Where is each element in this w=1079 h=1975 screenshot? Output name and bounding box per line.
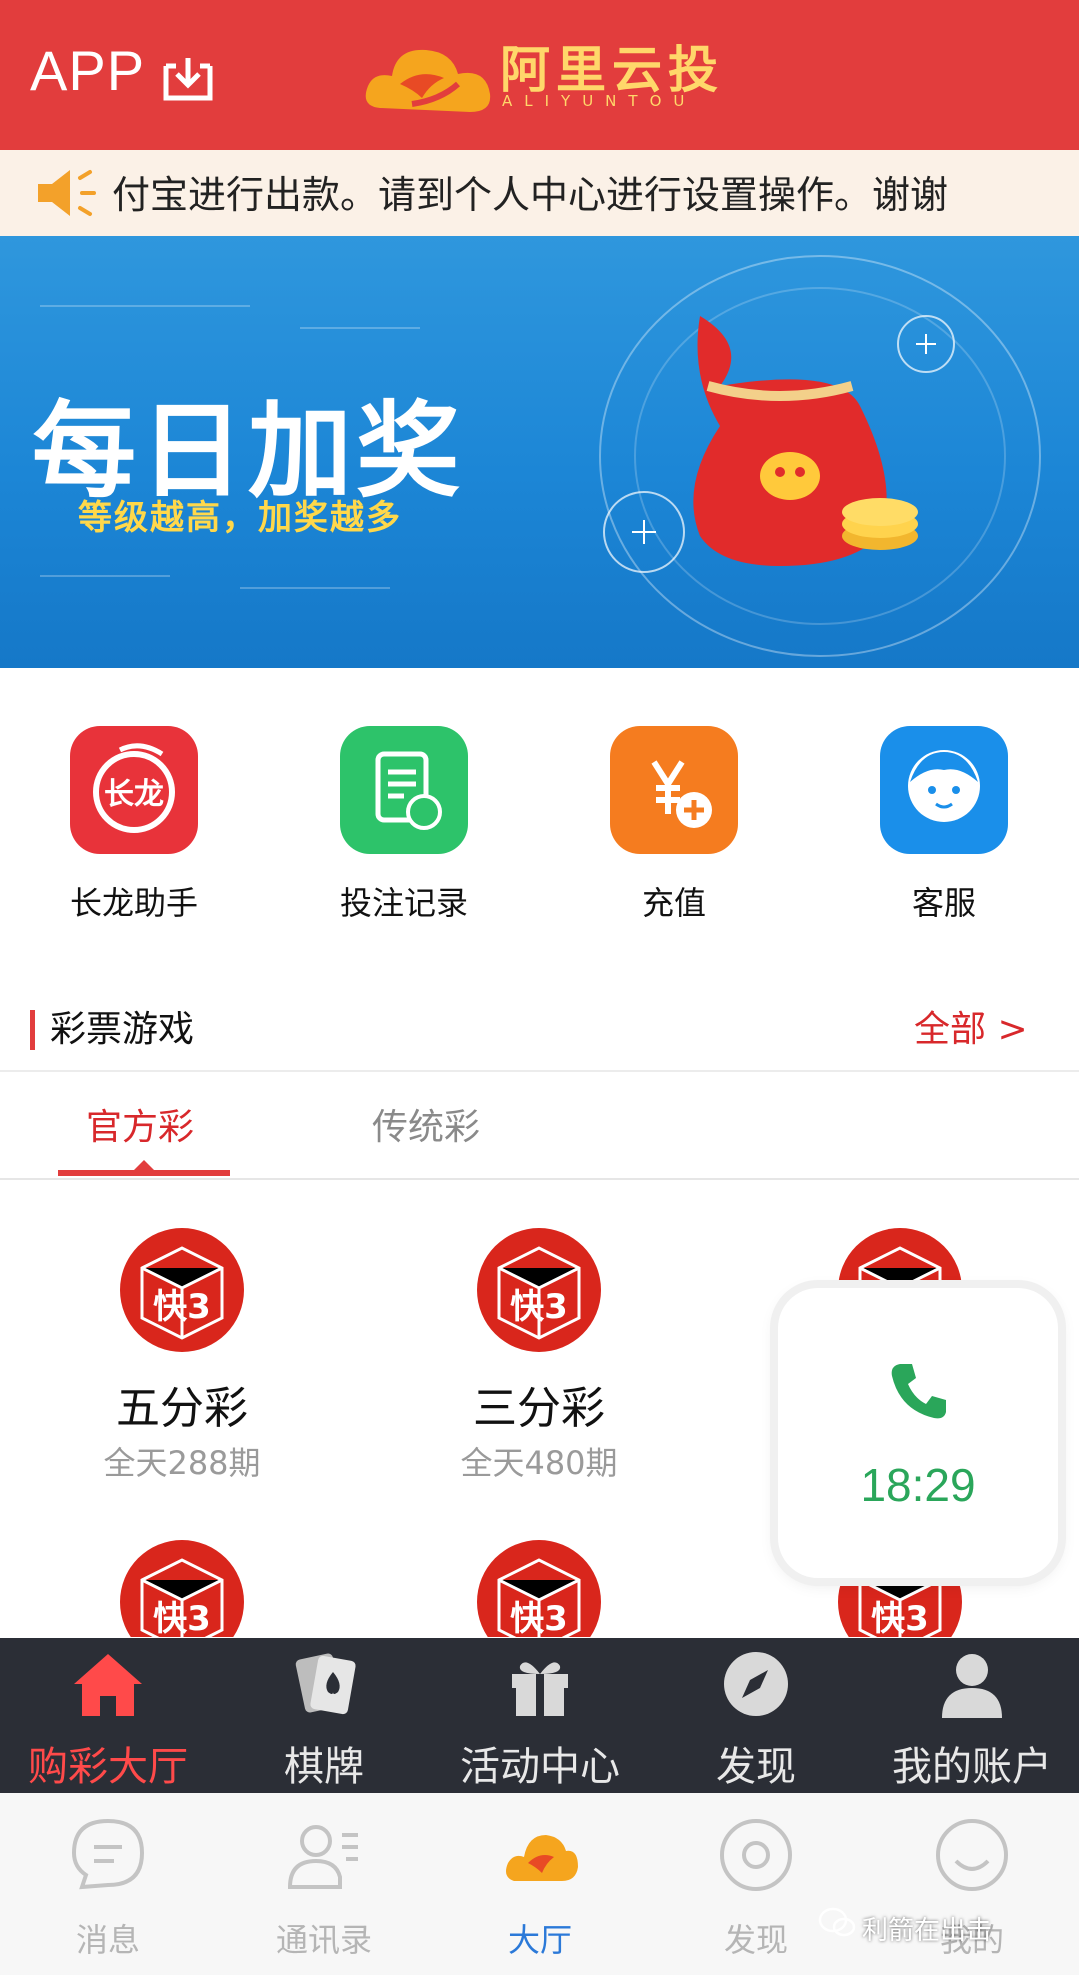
notice-text: 付宝进行出款。请到个人中心进行设置操作。谢谢 xyxy=(112,173,949,217)
quick-item-label: 投注记录 xyxy=(339,884,468,922)
lottery-section-header: 彩票游戏 全部 > xyxy=(0,972,1079,1072)
nav-label: 棋牌 xyxy=(284,1744,364,1790)
section-title: 彩票游戏 xyxy=(50,1009,195,1050)
quick-item-label: 长龙助手 xyxy=(69,884,198,922)
wechat-tab-lobby[interactable]: 大厅 xyxy=(432,1793,648,1975)
chat-icon xyxy=(71,1818,145,1890)
lottery-tabs: 官方彩 传统彩 xyxy=(0,1072,1079,1180)
call-duration: 18:29 xyxy=(860,1459,976,1511)
wechat-tab-label: 消息 xyxy=(75,1921,140,1959)
quick-item-label: 客服 xyxy=(911,884,976,922)
promo-banner[interactable]: 每日加奖 等级越高，加奖越多 xyxy=(0,236,1079,668)
wechat-tab-label: 大厅 xyxy=(507,1921,572,1959)
compass-icon xyxy=(724,1652,788,1716)
game-item[interactable]: 快3 xyxy=(42,1538,322,1637)
yuan-plus-icon xyxy=(610,726,738,854)
user-icon xyxy=(942,1654,1002,1718)
game-item[interactable]: 快3 xyxy=(399,1538,679,1637)
wechat-tab-contacts[interactable]: 通讯录 xyxy=(216,1793,432,1975)
nav-label: 发现 xyxy=(716,1744,796,1790)
game-item[interactable]: 快3 五分彩 全天288期 xyxy=(42,1226,322,1482)
app-download-label[interactable]: APP xyxy=(30,38,145,103)
kuai3-dice-icon: 快3 xyxy=(120,1540,244,1637)
game-name: 五分彩 xyxy=(116,1383,248,1434)
kuai3-dice-icon: 快3 xyxy=(477,1228,601,1352)
view-all-link[interactable]: 全部 > xyxy=(914,1000,1028,1052)
wechat-watermark-icon xyxy=(818,1907,856,1937)
brand-logo: 阿里云投 ALIYUNTOU xyxy=(360,22,740,127)
section-accent-bar xyxy=(30,1010,35,1050)
quick-item-label: 充值 xyxy=(641,884,706,922)
quick-entry-row: 长龙 长龙助手 投注记录 充值 客服 xyxy=(0,690,1079,952)
watermark-text: 利箭在出击 xyxy=(862,1916,993,1946)
nav-chess-cards[interactable]: 棋牌 xyxy=(216,1638,432,1793)
game-subtitle: 全天480期 xyxy=(460,1444,618,1482)
nav-label: 我的账户 xyxy=(892,1744,1052,1790)
phone-icon xyxy=(891,1364,946,1419)
nav-label: 购彩大厅 xyxy=(28,1744,188,1790)
cloud-logo-icon xyxy=(365,49,491,112)
quick-item-customer-service[interactable]: 客服 xyxy=(844,726,1044,936)
wechat-tab-label: 通讯录 xyxy=(275,1921,372,1959)
contacts-icon xyxy=(287,1825,358,1889)
dice-label: 快3 xyxy=(871,1599,929,1637)
logo-subtitle: ALIYUNTOU xyxy=(502,92,697,110)
lobby-icon xyxy=(506,1835,578,1881)
tab-underline xyxy=(58,1170,230,1176)
discover-icon xyxy=(720,1819,792,1891)
wechat-tab-messages[interactable]: 消息 xyxy=(0,1793,216,1975)
me-icon xyxy=(936,1819,1008,1891)
notice-bar[interactable]: 付宝进行出款。请到个人中心进行设置操作。谢谢 xyxy=(0,150,1079,236)
nav-lottery-hall[interactable]: 购彩大厅 xyxy=(0,1638,216,1793)
game-subtitle: 全天288期 xyxy=(103,1444,261,1482)
kuai3-dice-icon: 快3 xyxy=(120,1228,244,1352)
nav-discover[interactable]: 发现 xyxy=(648,1638,864,1793)
app-bottom-nav: 购彩大厅 棋牌 活动中心 发现 我的账户 xyxy=(0,1638,1079,1793)
dice-label: 快3 xyxy=(153,1287,211,1327)
gift-icon xyxy=(512,1662,568,1716)
quick-item-recharge[interactable]: 充值 xyxy=(574,726,774,936)
quick-item-dragon-helper[interactable]: 长龙 长龙助手 xyxy=(34,726,234,936)
tab-traditional[interactable]: 传统彩 xyxy=(372,1098,480,1150)
dragon-icon-text: 长龙 xyxy=(104,777,164,812)
dice-label: 快3 xyxy=(510,1287,568,1327)
game-item[interactable]: 快3 三分彩 全天480期 xyxy=(399,1226,679,1482)
download-icon[interactable] xyxy=(162,52,214,102)
game-name: 三分彩 xyxy=(473,1383,605,1434)
cards-icon xyxy=(295,1653,356,1715)
wechat-tab-discover[interactable]: 发现 xyxy=(648,1793,864,1975)
record-icon xyxy=(340,726,468,854)
service-icon xyxy=(880,726,1008,854)
quick-item-bet-record[interactable]: 投注记录 xyxy=(304,726,504,936)
banner-tagline: 等级越高，加奖越多 xyxy=(78,498,402,538)
speaker-icon xyxy=(38,170,96,216)
dice-label: 快3 xyxy=(510,1599,568,1637)
kuai3-dice-icon: 快3 xyxy=(477,1540,601,1637)
nav-activity-center[interactable]: 活动中心 xyxy=(432,1638,648,1793)
nav-my-account[interactable]: 我的账户 xyxy=(864,1638,1079,1793)
tab-caret xyxy=(134,1160,154,1170)
wechat-bottom-bar: 消息 通讯录 大厅 发现 我的 xyxy=(0,1793,1079,1975)
wechat-tab-me[interactable]: 我的 xyxy=(864,1793,1079,1975)
dice-label: 快3 xyxy=(153,1599,211,1637)
home-icon xyxy=(74,1654,142,1716)
floating-call-widget[interactable]: 18:29 xyxy=(778,1288,1058,1578)
tab-official[interactable]: 官方彩 xyxy=(86,1098,194,1150)
dragon-icon: 长龙 xyxy=(70,726,198,854)
nav-label: 活动中心 xyxy=(460,1744,620,1790)
app-header: APP 阿里云投 ALIYUNTOU xyxy=(0,0,1079,150)
